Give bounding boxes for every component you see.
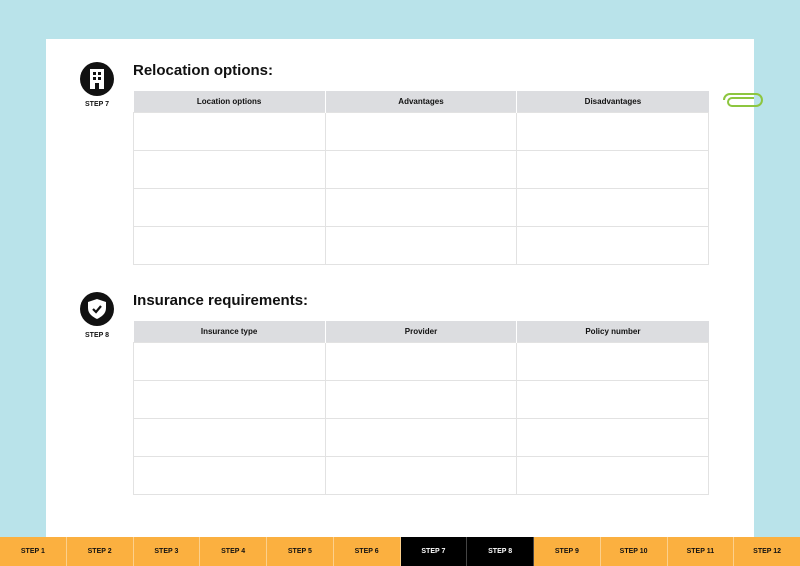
- tab-step-8[interactable]: STEP 8: [467, 537, 534, 566]
- table-cell[interactable]: [516, 379, 709, 419]
- table-cell[interactable]: [324, 341, 518, 381]
- table-row: [133, 225, 709, 265]
- tab-step-6[interactable]: STEP 6: [333, 537, 401, 566]
- tab-step-9[interactable]: STEP 9: [534, 537, 601, 566]
- table-cell[interactable]: [133, 417, 326, 457]
- column-header: Advantages: [325, 91, 518, 112]
- step-label: STEP 8: [85, 332, 109, 339]
- table-cell[interactable]: [324, 149, 518, 189]
- table-cell[interactable]: [324, 111, 518, 151]
- table-row: [133, 417, 709, 457]
- step-tabs: STEP 1 STEP 2 STEP 3 STEP 4 STEP 5 STEP …: [0, 537, 800, 566]
- table-cell[interactable]: [516, 225, 709, 265]
- section-title: Relocation options:: [133, 62, 273, 79]
- table-cell[interactable]: [324, 379, 518, 419]
- paperclip-icon: [723, 93, 763, 107]
- tab-step-10[interactable]: STEP 10: [600, 537, 668, 566]
- column-header: Disadvantages: [516, 91, 709, 112]
- tab-step-11[interactable]: STEP 11: [667, 537, 735, 566]
- table-row: [133, 455, 709, 495]
- table-cell[interactable]: [133, 149, 326, 189]
- table-row: [133, 187, 709, 227]
- table-cell[interactable]: [516, 187, 709, 227]
- table-cell[interactable]: [324, 225, 518, 265]
- column-header: Insurance type: [133, 321, 326, 342]
- tab-step-12[interactable]: STEP 12: [734, 537, 800, 566]
- table-row: [133, 341, 709, 381]
- table-cell[interactable]: [133, 455, 326, 495]
- table-cell[interactable]: [516, 149, 709, 189]
- column-header: Policy number: [516, 321, 709, 342]
- column-header: Provider: [325, 321, 518, 342]
- table-row: [133, 111, 709, 151]
- tab-step-3[interactable]: STEP 3: [133, 537, 201, 566]
- table-cell[interactable]: [324, 455, 518, 495]
- table-cell[interactable]: [133, 111, 326, 151]
- tab-step-1[interactable]: STEP 1: [0, 537, 67, 566]
- table-cell[interactable]: [516, 455, 709, 495]
- table-cell[interactable]: [324, 417, 518, 457]
- table-cell[interactable]: [133, 225, 326, 265]
- table-cell[interactable]: [516, 417, 709, 457]
- table-cell[interactable]: [516, 341, 709, 381]
- insurance-table: Insurance type Provider Policy number: [133, 321, 709, 495]
- tab-step-7[interactable]: STEP 7: [400, 537, 468, 566]
- table-cell[interactable]: [133, 187, 326, 227]
- tab-step-5[interactable]: STEP 5: [267, 537, 334, 566]
- building-icon: [80, 62, 114, 96]
- table-cell[interactable]: [324, 187, 518, 227]
- shield-check-icon: [80, 292, 114, 326]
- table-cell[interactable]: [516, 111, 709, 151]
- step-label: STEP 7: [85, 101, 109, 108]
- table-row: [133, 149, 709, 189]
- tab-step-4[interactable]: STEP 4: [200, 537, 267, 566]
- tab-step-2[interactable]: STEP 2: [66, 537, 134, 566]
- column-header: Location options: [133, 91, 326, 112]
- relocation-table: Location options Advantages Disadvantages: [133, 91, 709, 265]
- table-row: [133, 379, 709, 419]
- section-title: Insurance requirements:: [133, 292, 309, 309]
- table-cell[interactable]: [133, 379, 326, 419]
- table-cell[interactable]: [133, 341, 326, 381]
